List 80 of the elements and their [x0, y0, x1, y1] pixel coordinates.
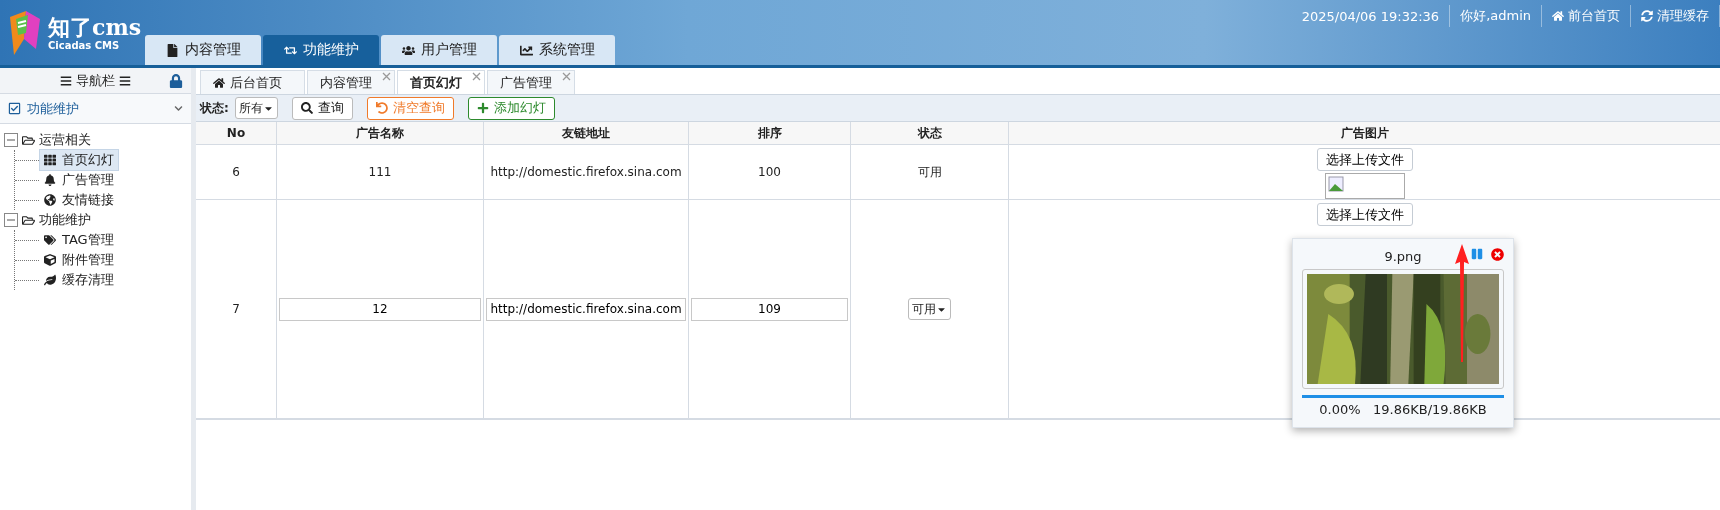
- arrow-annotation-icon: [1454, 244, 1470, 362]
- add-button[interactable]: 添加幻灯: [467, 96, 555, 120]
- lock-icon[interactable]: [169, 73, 183, 88]
- item-icon: [44, 194, 56, 206]
- content-tab[interactable]: 广告管理: [487, 70, 575, 94]
- tree-item[interactable]: 广告管理: [39, 169, 119, 191]
- tree-item[interactable]: 友情链接: [39, 189, 119, 211]
- sidebar-title: 导航栏: [76, 71, 115, 90]
- search-button[interactable]: 查询: [291, 96, 353, 120]
- text-input[interactable]: http://domestic.firefox.sina.com: [486, 297, 686, 321]
- checkbox-icon: [8, 102, 21, 115]
- tab-icon: [401, 43, 415, 57]
- greeting-text: 你好,admin: [1450, 5, 1542, 27]
- close-icon[interactable]: [472, 71, 481, 83]
- menu-icon: [60, 74, 72, 87]
- section-header[interactable]: 功能维护: [0, 94, 191, 124]
- status-cell: 可用: [917, 163, 942, 181]
- tree-item[interactable]: 首页幻灯: [39, 149, 119, 171]
- tree-node[interactable]: 功能维护: [39, 211, 91, 229]
- tab-icon: [519, 43, 533, 57]
- datetime-text: 2025/04/06 19:32:36: [1291, 5, 1451, 27]
- undo-icon: [375, 102, 388, 114]
- item-icon: [44, 234, 56, 246]
- search-icon: [300, 102, 313, 114]
- collapse-toggle-icon[interactable]: [4, 213, 18, 227]
- main-tab[interactable]: 用户管理: [381, 35, 497, 65]
- column-header: 广告图片: [1009, 122, 1720, 145]
- refresh-icon: [1641, 10, 1653, 22]
- main-tab[interactable]: 功能维护: [263, 35, 379, 65]
- header-link[interactable]: 前台首页: [1542, 5, 1631, 27]
- upload-button[interactable]: 选择上传文件: [1316, 203, 1413, 226]
- item-icon: [44, 254, 56, 266]
- column-header: 友链地址: [484, 122, 689, 145]
- tree-item[interactable]: 缓存清理: [39, 269, 119, 291]
- tree-item[interactable]: 附件管理: [39, 249, 119, 271]
- header-link[interactable]: 清理缓存: [1631, 5, 1720, 27]
- main-tab[interactable]: 系统管理: [499, 35, 615, 65]
- upload-button[interactable]: 选择上传文件: [1316, 148, 1413, 171]
- name-cell: 111: [368, 165, 392, 179]
- order-cell: 100: [758, 165, 781, 179]
- home-icon: [1552, 10, 1564, 22]
- logo-icon: [8, 8, 42, 57]
- chevron-icon: [174, 104, 183, 113]
- item-icon: [44, 154, 56, 166]
- content-tab[interactable]: 内容管理: [307, 70, 395, 94]
- remove-icon[interactable]: [1491, 248, 1504, 261]
- broken-image-icon: [1324, 173, 1405, 199]
- text-input[interactable]: 109: [691, 297, 848, 321]
- logo-subtitle: Cicadas CMS: [48, 40, 121, 51]
- column-header: 排序: [689, 122, 851, 145]
- home-icon: [213, 76, 225, 89]
- content-tab[interactable]: 后台首页: [200, 70, 305, 94]
- no-cell: 7: [232, 302, 240, 316]
- file-name: 9.png: [1384, 248, 1422, 264]
- item-icon: [44, 174, 56, 186]
- menu-icon: [119, 74, 131, 87]
- text-input[interactable]: 12: [279, 297, 481, 321]
- collapse-toggle-icon[interactable]: [4, 133, 18, 147]
- column-header: 状态: [851, 122, 1009, 145]
- plus-icon: [476, 102, 489, 114]
- folder-icon: [22, 213, 35, 227]
- tab-icon: [165, 43, 179, 57]
- status-select[interactable]: 可用: [908, 298, 951, 320]
- url-cell: http://domestic.firefox.sina.com: [490, 165, 682, 179]
- close-icon[interactable]: [382, 71, 391, 83]
- content-tab[interactable]: 首页幻灯: [397, 70, 485, 94]
- tree-item[interactable]: TAG管理: [39, 229, 119, 251]
- main-tab[interactable]: 内容管理: [145, 35, 261, 65]
- status-select[interactable]: 所有: [234, 97, 278, 119]
- item-icon: [44, 274, 56, 286]
- column-header: 广告名称: [277, 122, 484, 145]
- progress-text: 0.00% 19.86KB/19.86KB: [1319, 402, 1487, 417]
- logo-title: 知了cms: [48, 14, 142, 40]
- tree-node[interactable]: 运营相关: [39, 131, 91, 149]
- column-header: No: [196, 122, 277, 145]
- close-icon[interactable]: [562, 71, 571, 83]
- status-label: 状态:: [200, 99, 229, 117]
- pause-icon[interactable]: [1471, 248, 1483, 260]
- no-cell: 6: [232, 165, 240, 179]
- folder-icon: [22, 133, 35, 147]
